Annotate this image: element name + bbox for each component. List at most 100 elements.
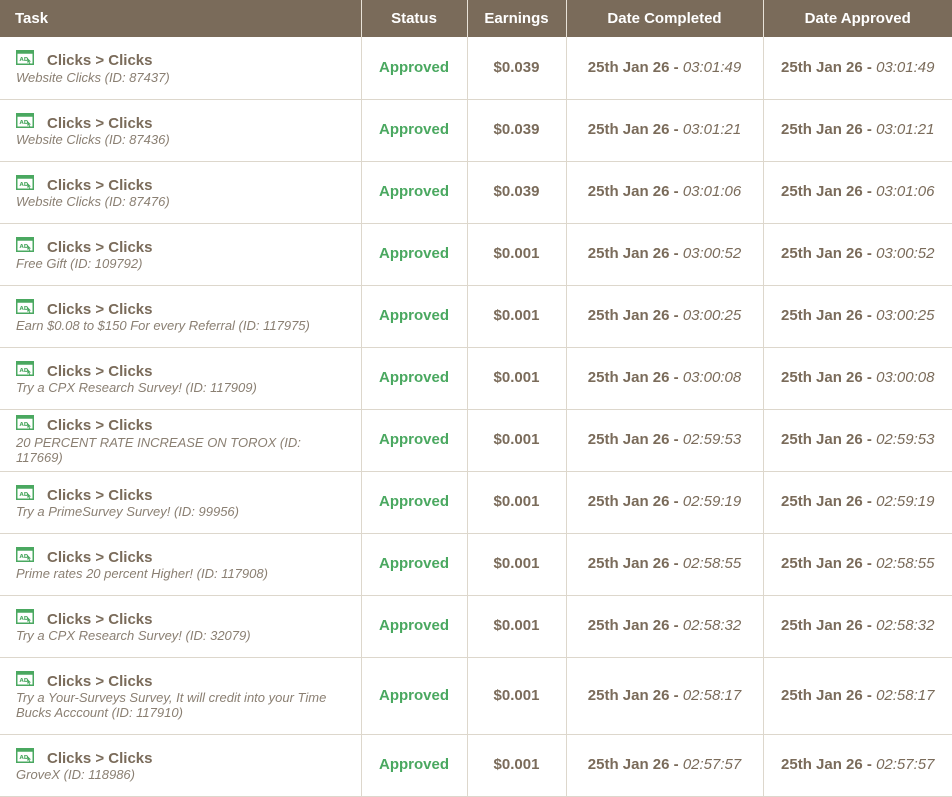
- date-approved-time: 02:58:55: [876, 555, 935, 572]
- table-row: AD Clicks > Clicks Website Clicks (ID: 8…: [0, 37, 952, 100]
- date-approved-day: 25th Jan 26: [781, 307, 863, 324]
- earnings-value: $0.039: [493, 121, 540, 138]
- date-approved-cell: 25th Jan 26 - 03:00:08: [763, 347, 952, 410]
- task-category: Clicks > Clicks: [47, 52, 153, 70]
- earnings-cell: $0.001: [467, 409, 567, 472]
- date-approved: 25th Jan 26 - 02:58:55: [781, 555, 935, 572]
- earnings-value: $0.001: [493, 431, 540, 448]
- date-approved-day: 25th Jan 26: [781, 183, 863, 200]
- task-cell: AD Clicks > Clicks 20 PERCENT RATE INCRE…: [0, 409, 362, 472]
- date-approved: 25th Jan 26 - 02:59:19: [781, 493, 935, 510]
- earnings-value: $0.039: [493, 183, 540, 200]
- ad-icon: AD: [16, 608, 34, 624]
- task-category: Clicks > Clicks: [47, 548, 153, 566]
- task-description: Website Clicks (ID: 87476): [16, 194, 170, 209]
- date-approved-day: 25th Jan 26: [781, 431, 863, 448]
- date-completed-day: 25th Jan 26: [587, 183, 670, 200]
- task-category: Clicks > Clicks: [47, 672, 153, 690]
- status-cell: Approved: [361, 223, 468, 286]
- task-category: Clicks > Clicks: [47, 610, 153, 628]
- earnings-value: $0.001: [493, 493, 540, 510]
- date-completed: 25th Jan 26 - 03:01:06: [587, 183, 742, 200]
- date-approved-day: 25th Jan 26: [781, 121, 863, 138]
- date-approved: 25th Jan 26 - 02:57:57: [781, 756, 935, 773]
- task-cell: AD Clicks > Clicks Website Clicks (ID: 8…: [0, 37, 362, 100]
- table-row: AD Clicks > Clicks Try a CPX Research Su…: [0, 595, 952, 658]
- date-completed-cell: 25th Jan 26 - 03:01:49: [566, 37, 764, 100]
- ad-icon: AD: [16, 50, 34, 66]
- date-approved: 25th Jan 26 - 03:01:49: [781, 58, 935, 76]
- status-cell: Approved: [361, 161, 468, 224]
- ad-icon: AD: [16, 484, 34, 500]
- date-completed: 25th Jan 26 - 02:57:57: [587, 756, 742, 773]
- date-approved-day: 25th Jan 26: [781, 686, 863, 704]
- task-description: Earn $0.08 to $150 For every Referral (I…: [16, 318, 310, 333]
- date-completed-time: 03:01:49: [682, 58, 742, 76]
- date-completed: 25th Jan 26 - 02:59:19: [587, 493, 742, 510]
- date-completed-time: 03:00:25: [682, 307, 742, 324]
- date-completed-day: 25th Jan 26: [587, 245, 670, 262]
- task-category: Clicks > Clicks: [47, 486, 153, 504]
- column-header-status: Status: [361, 0, 468, 37]
- date-completed-cell: 25th Jan 26 - 03:00:25: [566, 285, 764, 348]
- date-approved-time: 02:58:17: [876, 686, 935, 704]
- date-approved: 25th Jan 26 - 03:01:06: [781, 183, 935, 200]
- ad-icon: AD: [16, 236, 34, 252]
- earnings-value: $0.001: [493, 555, 540, 572]
- ad-icon: AD: [16, 670, 34, 686]
- date-completed-day: 25th Jan 26: [587, 756, 670, 773]
- task-cell: AD Clicks > Clicks Try a CPX Research Su…: [0, 595, 362, 658]
- date-completed-cell: 25th Jan 26 - 02:59:19: [566, 471, 764, 534]
- date-completed-day: 25th Jan 26: [587, 58, 670, 76]
- date-completed-time: 03:01:06: [682, 183, 742, 200]
- date-approved: 25th Jan 26 - 02:58:17: [781, 686, 935, 704]
- date-approved-time: 02:57:57: [876, 756, 935, 773]
- date-approved-time: 03:00:08: [876, 369, 935, 386]
- date-approved-time: 03:01:21: [876, 121, 935, 138]
- date-completed-time: 02:59:53: [682, 431, 742, 448]
- date-completed-time: 02:58:17: [682, 686, 742, 704]
- date-completed-time: 03:01:21: [682, 121, 742, 138]
- earnings-cell: $0.001: [467, 657, 567, 735]
- date-completed-day: 25th Jan 26: [587, 617, 670, 634]
- task-description: Website Clicks (ID: 87437): [16, 69, 170, 85]
- table-row: AD Clicks > Clicks Try a Your-Surveys Su…: [0, 657, 952, 735]
- table-row: AD Clicks > Clicks Try a PrimeSurvey Sur…: [0, 471, 952, 534]
- date-completed-day: 25th Jan 26: [587, 686, 670, 704]
- task-category: Clicks > Clicks: [47, 114, 153, 132]
- ad-icon: AD: [16, 298, 34, 314]
- status-badge: Approved: [378, 121, 449, 138]
- date-approved-cell: 25th Jan 26 - 03:00:52: [763, 223, 952, 286]
- date-completed-cell: 25th Jan 26 - 02:58:55: [566, 533, 764, 596]
- task-cell: AD Clicks > Clicks GroveX (ID: 118986): [0, 734, 362, 797]
- status-badge: Approved: [378, 245, 449, 262]
- earnings-cell: $0.039: [467, 37, 567, 100]
- date-approved-cell: 25th Jan 26 - 03:00:25: [763, 285, 952, 348]
- status-cell: Approved: [361, 657, 468, 735]
- status-cell: Approved: [361, 285, 468, 348]
- ad-icon: AD: [16, 174, 34, 190]
- date-completed: 25th Jan 26 - 02:59:53: [587, 431, 742, 448]
- status-cell: Approved: [361, 37, 468, 100]
- date-completed-time: 03:00:52: [682, 245, 742, 262]
- status-badge: Approved: [378, 686, 449, 704]
- task-category: Clicks > Clicks: [47, 749, 153, 767]
- date-approved-time: 03:00:25: [876, 307, 935, 324]
- date-completed-day: 25th Jan 26: [587, 369, 670, 386]
- date-completed-day: 25th Jan 26: [587, 431, 670, 448]
- date-completed-cell: 25th Jan 26 - 02:59:53: [566, 409, 764, 472]
- column-header-earnings: Earnings: [467, 0, 567, 37]
- date-approved-time: 03:01:49: [876, 58, 935, 76]
- date-completed-time: 03:00:08: [682, 369, 742, 386]
- date-approved-day: 25th Jan 26: [781, 369, 863, 386]
- date-completed-time: 02:58:55: [682, 555, 742, 572]
- date-approved-time: 02:59:19: [876, 493, 935, 510]
- date-completed-time: 02:57:57: [682, 756, 742, 773]
- ad-icon: AD: [16, 360, 34, 376]
- table-row: AD Clicks > Clicks 20 PERCENT RATE INCRE…: [0, 409, 952, 472]
- task-description: Website Clicks (ID: 87436): [16, 132, 170, 147]
- date-completed-day: 25th Jan 26: [587, 493, 670, 510]
- column-header-date-completed: Date Completed: [566, 0, 764, 37]
- date-completed-cell: 25th Jan 26 - 02:58:32: [566, 595, 764, 658]
- task-description: Free Gift (ID: 109792): [16, 256, 143, 271]
